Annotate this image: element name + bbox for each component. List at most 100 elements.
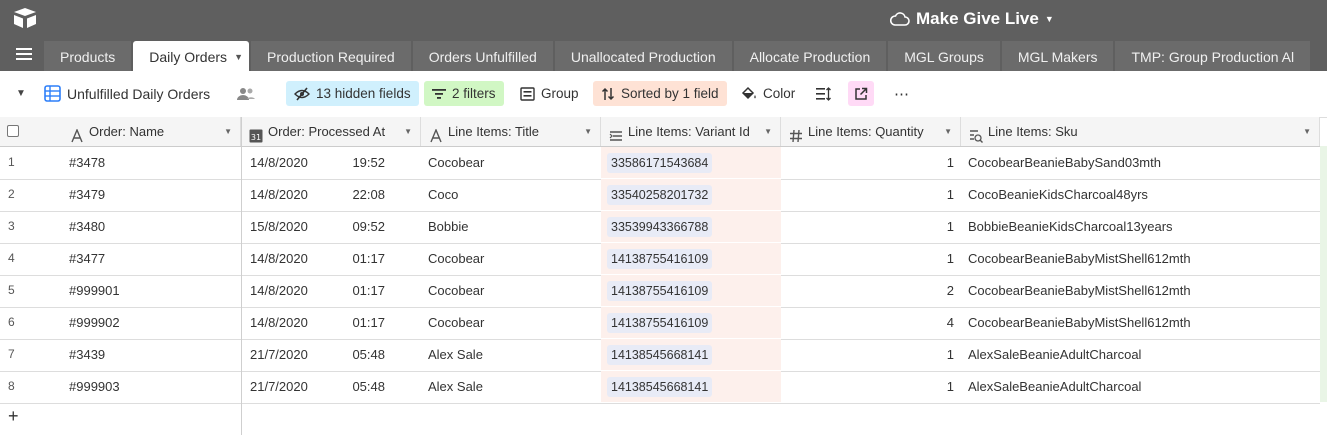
more-options-button[interactable]: ⋯ <box>894 81 910 106</box>
column-header-line-items-quantity[interactable]: Line Items: Quantity ▼ <box>781 117 961 146</box>
quantity-cell[interactable]: 1 <box>781 179 961 210</box>
hidden-fields-button[interactable]: 13 hidden fields <box>286 81 419 106</box>
filters-button[interactable]: 2 filters <box>424 81 504 106</box>
column-menu-chevron-icon[interactable]: ▼ <box>404 117 412 146</box>
tab-orders-unfulfilled[interactable]: Orders Unfulfilled <box>412 41 553 71</box>
linked-record-chip[interactable]: 14138755416109 <box>607 313 713 333</box>
processed-time-cell[interactable]: 05:48 <box>340 339 421 370</box>
order-name-cell[interactable]: #999901 <box>69 275 241 306</box>
table-row[interactable]: 7 #3439 21/7/2020 05:48 Alex Sale 14138545668… <box>0 339 1320 372</box>
title-cell[interactable]: Cocobear <box>428 307 601 338</box>
processed-time-cell[interactable]: 01:17 <box>340 275 421 306</box>
tab-tmp-group-production-al[interactable]: TMP: Group Production Al <box>1115 41 1311 71</box>
sku-cell[interactable]: CocobearBeanieBabyMistShell612mth <box>968 307 1320 338</box>
linked-record-chip[interactable]: 33540258201732 <box>607 185 713 205</box>
linked-record-chip[interactable]: 33586171543684 <box>607 153 713 173</box>
sku-cell[interactable]: CocobearBeanieBabySand03mth <box>968 147 1320 178</box>
table-row[interactable]: 1 #3478 14/8/2020 19:52 Cocobear 335861715436… <box>0 147 1320 180</box>
collaborative-view-button[interactable] <box>236 81 262 106</box>
row-number[interactable]: 8 <box>8 371 48 402</box>
table-row[interactable]: 8 #999903 21/7/2020 05:48 Alex Sale 141385456… <box>0 371 1320 404</box>
table-row[interactable]: 6 #999902 14/8/2020 01:17 Cocobear 1413875541… <box>0 307 1320 340</box>
row-number[interactable]: 5 <box>8 275 48 306</box>
processed-date-cell[interactable]: 21/7/2020 <box>250 339 340 370</box>
column-header-line-items-sku[interactable]: Line Items: Sku ▼ <box>961 117 1320 146</box>
variant-id-cell[interactable]: 14138755416109 <box>601 243 781 274</box>
sku-cell[interactable]: CocobearBeanieBabyMistShell612mth <box>968 243 1320 274</box>
row-number[interactable]: 1 <box>8 147 48 178</box>
processed-time-cell[interactable]: 01:17 <box>340 243 421 274</box>
color-button[interactable]: Color <box>741 81 795 106</box>
tab-mgl-makers[interactable]: MGL Makers <box>1001 41 1114 71</box>
processed-time-cell[interactable]: 19:52 <box>340 147 421 178</box>
processed-time-cell[interactable]: 09:52 <box>340 211 421 242</box>
share-view-button[interactable] <box>848 81 874 106</box>
column-header-line-items-variant-id[interactable]: Line Items: Variant Id ▼ <box>601 117 781 146</box>
row-number[interactable]: 3 <box>8 211 48 242</box>
title-cell[interactable]: Cocobear <box>428 275 601 306</box>
airtable-logo-icon[interactable] <box>12 6 38 30</box>
chevron-down-icon[interactable]: ▼ <box>234 41 243 71</box>
processed-date-cell[interactable]: 14/8/2020 <box>250 147 340 178</box>
linked-record-chip[interactable]: 14138545668141 <box>607 345 713 365</box>
column-header-order-processed-at[interactable]: 31 Order: Processed At ▼ <box>241 117 421 146</box>
quantity-cell[interactable]: 1 <box>781 339 961 370</box>
row-height-button[interactable] <box>816 81 837 106</box>
column-menu-chevron-icon[interactable]: ▼ <box>584 117 592 146</box>
order-name-cell[interactable]: #3479 <box>69 179 241 210</box>
linked-record-chip[interactable]: 14138545668141 <box>607 377 713 397</box>
column-menu-chevron-icon[interactable]: ▼ <box>224 117 232 146</box>
row-number[interactable]: 4 <box>8 243 48 274</box>
quantity-cell[interactable]: 1 <box>781 147 961 178</box>
title-cell[interactable]: Cocobear <box>428 243 601 274</box>
tab-production-required[interactable]: Production Required <box>251 41 411 71</box>
processed-time-cell[interactable]: 01:17 <box>340 307 421 338</box>
view-switcher[interactable]: Unfulfilled Daily Orders <box>44 81 210 106</box>
processed-date-cell[interactable]: 14/8/2020 <box>250 243 340 274</box>
title-cell[interactable]: Alex Sale <box>428 339 601 370</box>
tab-allocate-production[interactable]: Allocate Production <box>733 41 887 71</box>
tab-unallocated-production[interactable]: Unallocated Production <box>554 41 732 71</box>
processed-date-cell[interactable]: 21/7/2020 <box>250 371 340 402</box>
base-title-menu[interactable]: Make Give Live ▼ <box>890 8 1054 30</box>
sku-cell[interactable]: AlexSaleBeanieAdultCharcoal <box>968 371 1320 402</box>
title-cell[interactable]: Cocobear <box>428 147 601 178</box>
order-name-cell[interactable]: #3439 <box>69 339 241 370</box>
variant-id-cell[interactable]: 33586171543684 <box>601 147 781 178</box>
quantity-cell[interactable]: 1 <box>781 211 961 242</box>
order-name-cell[interactable]: #999903 <box>69 371 241 402</box>
group-button[interactable]: Group <box>520 81 579 106</box>
sku-cell[interactable]: CocoBeanieKidsCharcoal48yrs <box>968 179 1320 210</box>
column-menu-chevron-icon[interactable]: ▼ <box>944 117 952 146</box>
title-cell[interactable]: Alex Sale <box>428 371 601 402</box>
variant-id-cell[interactable]: 14138755416109 <box>601 307 781 338</box>
linked-record-chip[interactable]: 33539943366788 <box>607 217 713 237</box>
variant-id-cell[interactable]: 14138545668141 <box>601 339 781 370</box>
processed-date-cell[interactable]: 14/8/2020 <box>250 307 340 338</box>
table-row[interactable]: 2 #3479 14/8/2020 22:08 Coco 33540258201732 1 C… <box>0 179 1320 212</box>
processed-date-cell[interactable]: 14/8/2020 <box>250 179 340 210</box>
linked-record-chip[interactable]: 14138755416109 <box>607 281 713 301</box>
tab-daily-orders[interactable]: Daily Orders ▼ <box>133 41 250 71</box>
column-menu-chevron-icon[interactable]: ▼ <box>1303 117 1311 146</box>
order-name-cell[interactable]: #3477 <box>69 243 241 274</box>
sku-cell[interactable]: CocobearBeanieBabyMistShell612mth <box>968 275 1320 306</box>
order-name-cell[interactable]: #3478 <box>69 147 241 178</box>
linked-record-chip[interactable]: 14138755416109 <box>607 249 713 269</box>
row-number[interactable]: 2 <box>8 179 48 210</box>
add-record-row[interactable]: + <box>0 403 1327 435</box>
sku-cell[interactable]: AlexSaleBeanieAdultCharcoal <box>968 339 1320 370</box>
row-number[interactable]: 6 <box>8 307 48 338</box>
title-cell[interactable]: Coco <box>428 179 601 210</box>
sku-cell[interactable]: BobbieBeanieKidsCharcoal13years <box>968 211 1320 242</box>
variant-id-cell[interactable]: 14138545668141 <box>601 371 781 402</box>
tab-mgl-groups[interactable]: MGL Groups <box>888 41 1000 71</box>
order-name-cell[interactable]: #3480 <box>69 211 241 242</box>
variant-id-cell[interactable]: 14138755416109 <box>601 275 781 306</box>
order-name-cell[interactable]: #999902 <box>69 307 241 338</box>
processed-time-cell[interactable]: 22:08 <box>340 179 421 210</box>
table-row[interactable]: 3 #3480 15/8/2020 09:52 Bobbie 33539943366788… <box>0 211 1320 244</box>
quantity-cell[interactable]: 1 <box>781 371 961 402</box>
quantity-cell[interactable]: 2 <box>781 275 961 306</box>
sort-button[interactable]: Sorted by 1 field <box>593 81 727 106</box>
